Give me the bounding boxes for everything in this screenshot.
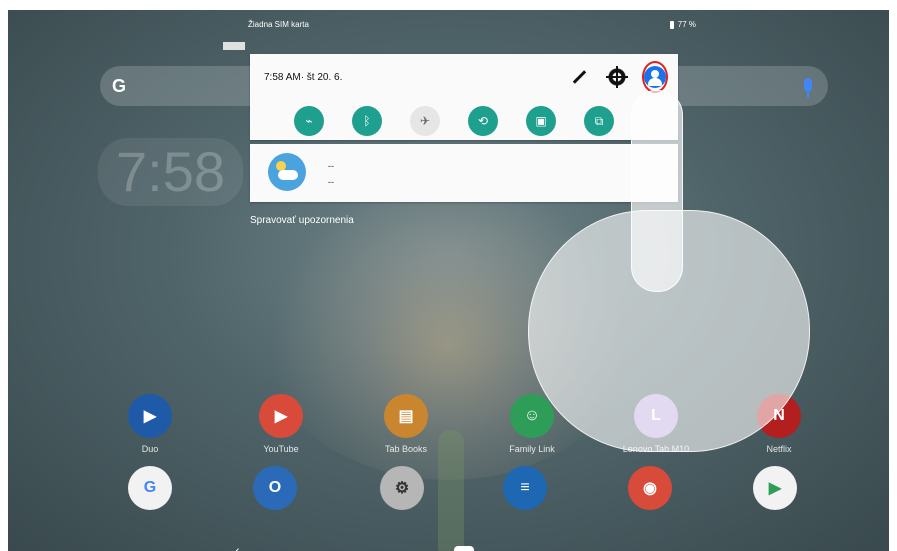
app-label: YouTube — [263, 444, 299, 454]
app-label: Family Link — [509, 444, 555, 454]
outlook-icon[interactable]: O — [253, 466, 297, 510]
books-icon: ▤ — [384, 394, 428, 438]
settings-app-icon[interactable]: ⚙ — [380, 466, 424, 510]
app-label: Tab Books — [384, 444, 428, 454]
youtube-icon: ▶ — [259, 394, 303, 438]
play-store-icon[interactable]: ▶ — [753, 466, 797, 510]
app-label: Duo — [141, 444, 159, 454]
app-label: Netflix — [766, 444, 792, 454]
google-apps-folder-icon[interactable]: G — [128, 466, 172, 510]
home-button[interactable] — [454, 546, 474, 551]
duo-icon: ▶ — [128, 394, 172, 438]
family-link-icon: ☺ — [510, 394, 554, 438]
tablet-screen: Žiadna SIM karta 77 % G 7:58 7:58 AM· št… — [8, 10, 889, 551]
back-button[interactable]: ‹ — [235, 542, 240, 551]
messages-icon[interactable]: ≡ — [503, 466, 547, 510]
finger-overlay — [631, 90, 683, 292]
chrome-icon[interactable]: ◉ — [628, 466, 672, 510]
